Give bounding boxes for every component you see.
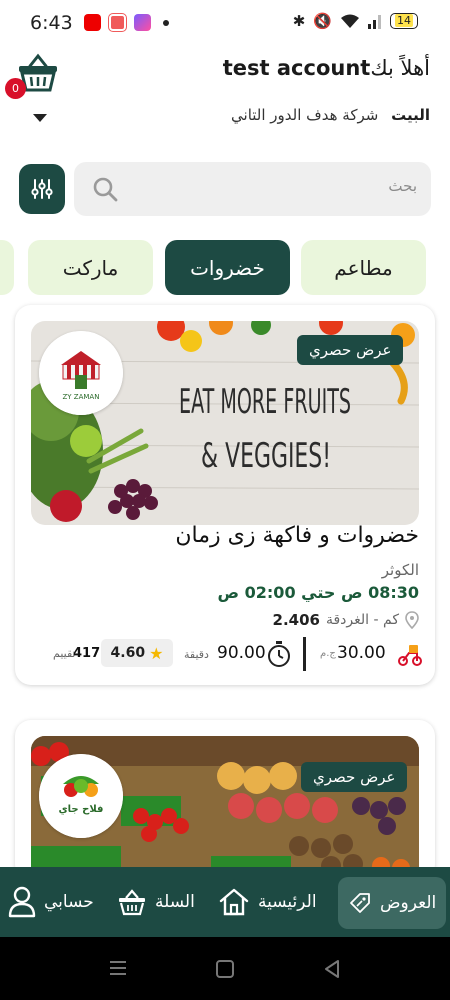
nav-basket-label: السلة	[155, 892, 195, 912]
delivery-fee: 30.00	[337, 643, 386, 663]
app-screen: 6:43 ✱ 🔇 14 0 أهلاً بكtest account البيت…	[0, 0, 450, 1000]
rating-badge: 4.60 ★	[101, 639, 173, 667]
store-banner-image: فلاح جاي عرض حصري	[31, 736, 419, 880]
tab-market-label: ماركت	[62, 255, 119, 280]
banner-line1: EAT MORE FRUITS	[179, 382, 351, 422]
delivery-scooter-icon	[398, 645, 422, 666]
system-navigation-bar	[0, 937, 450, 1000]
battery-icon: 14	[390, 13, 418, 29]
store-logo-image: ZY ZAMAN	[39, 331, 123, 415]
filter-button[interactable]	[19, 164, 65, 214]
youtube-icon	[84, 14, 101, 31]
address-value: شركة هدف الدور التاني	[231, 106, 379, 124]
stopwatch-icon	[268, 641, 290, 667]
nav-offers-label: العروض	[380, 893, 437, 913]
exclusive-offer-badge: عرض حصري	[301, 762, 408, 792]
signal-icon	[368, 15, 381, 29]
notification-dot-icon	[163, 19, 169, 26]
store-logo: ZY ZAMAN	[39, 331, 123, 415]
tab-restaurants-label: مطاعم	[334, 255, 393, 280]
tab-vegetables-label: خضروات	[190, 255, 265, 280]
offers-tag-icon	[350, 893, 370, 913]
store-name[interactable]: خضروات و فاكهة زى زمان	[175, 523, 419, 548]
greeting-title: أهلاً بكtest account	[223, 56, 430, 80]
store-location: كم - الغردقة 2.406	[273, 611, 419, 629]
status-bar: 6:43 ✱ 🔇 14	[0, 0, 450, 46]
search-placeholder: بحث	[388, 177, 417, 195]
category-tab-partial[interactable]	[0, 240, 14, 295]
nav-home-label: الرئيسية	[258, 892, 317, 912]
nav-offers[interactable]: العروض	[338, 877, 447, 929]
recent-apps-icon[interactable]	[108, 959, 128, 977]
tab-restaurants[interactable]: مطاعم	[301, 240, 426, 295]
store-logo: فلاح جاي	[39, 754, 123, 838]
sliders-icon	[31, 179, 53, 199]
stats-divider	[303, 637, 306, 671]
star-icon: ★	[149, 643, 164, 663]
store-area: الكوثر	[381, 561, 419, 579]
banner-line2: & VEGGIES!	[201, 436, 331, 476]
store-card[interactable]: فلاح جاي عرض حصري	[15, 720, 435, 880]
time-unit: دقيقة	[184, 648, 209, 661]
store-logo-text: ZY ZAMAN	[63, 393, 100, 401]
store-card[interactable]: EAT MORE FRUITS & VEGGIES! ZY ZAMAN عرض …	[15, 305, 435, 685]
basket-icon	[119, 889, 145, 916]
reviews-count: 417	[73, 646, 101, 661]
back-icon[interactable]	[322, 959, 342, 979]
screen-recorder-icon	[109, 14, 126, 31]
status-right-icons: ✱ 🔇 14	[293, 12, 418, 30]
currency-label: ج.م	[320, 648, 336, 659]
distance-value: 2.406	[272, 611, 320, 629]
account-name: test account	[222, 56, 371, 80]
tab-market[interactable]: ماركت	[28, 240, 153, 295]
search-icon	[93, 177, 118, 202]
rating-value: 4.60	[110, 645, 146, 661]
store-logo-text: فلاح جاي	[59, 804, 104, 815]
nav-account-label: حسابي	[44, 892, 94, 912]
mute-icon: 🔇	[313, 12, 332, 30]
delivery-address[interactable]: البيت شركة هدف الدور التاني	[231, 106, 430, 124]
store-hours: 08:30 ص حتي 02:00 ص	[217, 583, 419, 602]
home-icon	[219, 888, 249, 916]
store-banner-image: EAT MORE FRUITS & VEGGIES! ZY ZAMAN عرض …	[31, 321, 419, 525]
tab-vegetables[interactable]: خضروات	[165, 240, 290, 295]
search-input[interactable]: بحث	[74, 162, 431, 216]
battery-level: 14	[395, 14, 413, 27]
exclusive-offer-badge: عرض حصري	[297, 335, 404, 365]
bluetooth-icon: ✱	[292, 12, 306, 30]
address-dropdown-icon[interactable]	[33, 114, 47, 122]
nav-home[interactable]: الرئيسية	[218, 867, 317, 937]
nav-basket[interactable]: السلة	[117, 867, 195, 937]
store-stats: 30.00 ج.م 90.00 دقيقة 4.60 ★ تقييم 417	[15, 635, 435, 675]
bottom-navigation: العروض الرئيسية السلة حسابي	[0, 867, 450, 937]
messenger-icon	[134, 14, 151, 31]
status-app-icons	[84, 14, 169, 31]
nav-account[interactable]: حسابي	[8, 867, 94, 937]
home-button-icon[interactable]	[215, 959, 235, 979]
delivery-time: 90.00	[217, 643, 266, 663]
greeting-text: أهلاً بك	[370, 56, 430, 80]
user-icon	[8, 886, 36, 918]
address-label: البيت	[391, 106, 430, 124]
location-city: كم - الغردقة	[325, 612, 399, 628]
status-time: 6:43	[30, 12, 73, 34]
wifi-icon	[341, 14, 359, 28]
location-pin-icon	[405, 611, 419, 629]
cart-count-badge: 0	[5, 78, 26, 99]
store-logo-image: فلاح جاي	[39, 754, 123, 838]
